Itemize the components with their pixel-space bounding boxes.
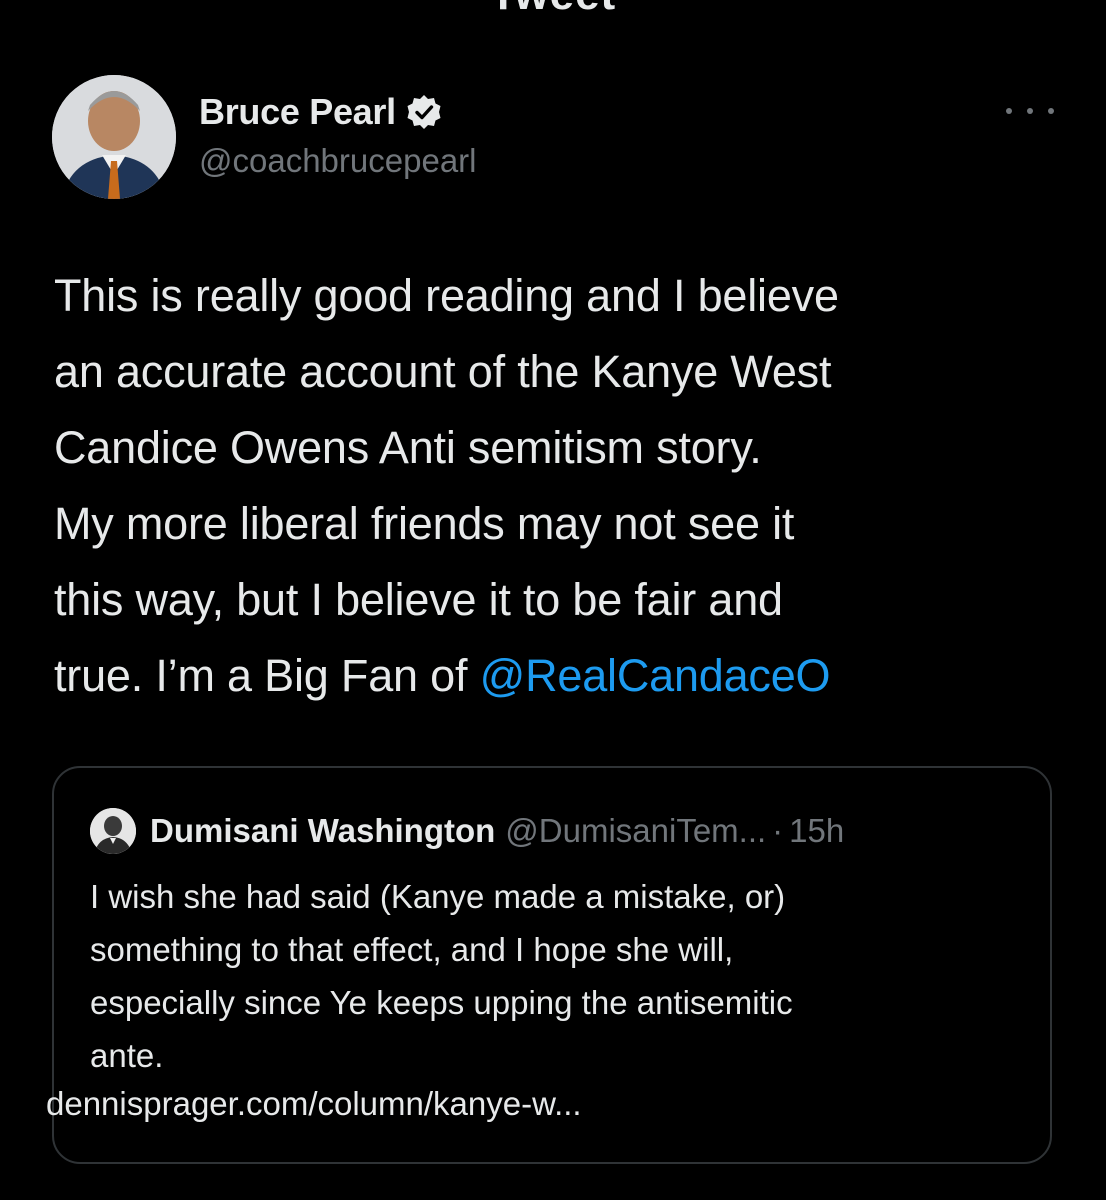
tweet-line: this way, but I believe it to be fair an…: [54, 574, 783, 625]
quoted-author-handle[interactable]: @DumisaniTem...: [505, 812, 766, 850]
page-title: Tweet: [0, 0, 1106, 20]
author-name[interactable]: Bruce Pearl: [199, 91, 396, 133]
tweet-line-text: true. I’m a Big Fan of: [54, 650, 480, 701]
quoted-tweet-header: Dumisani Washington @DumisaniTem... · 15…: [90, 808, 844, 854]
verified-badge-icon: [406, 94, 442, 130]
quoted-timestamp[interactable]: 15h: [789, 812, 844, 850]
quoted-line: ante.: [90, 1037, 164, 1074]
quoted-author-avatar[interactable]: [90, 808, 136, 854]
more-dots-icon[interactable]: [1006, 96, 1054, 126]
author-avatar[interactable]: [52, 75, 176, 199]
more-dot: [1006, 108, 1012, 114]
quoted-line: something to that effect, and I hope she…: [90, 931, 734, 968]
author-handle[interactable]: @coachbrucepearl: [199, 142, 477, 180]
quoted-line: I wish she had said (Kanye made a mistak…: [90, 878, 786, 915]
tweet-body: This is really good reading and I believ…: [54, 258, 1074, 714]
more-dot: [1048, 108, 1054, 114]
quoted-line: especially since Ye keeps upping the ant…: [90, 984, 793, 1021]
mention-link[interactable]: @RealCandaceO: [480, 650, 831, 701]
quoted-tweet-body: I wish she had said (Kanye made a mistak…: [90, 870, 1020, 1082]
tweet-line: My more liberal friends may not see it: [54, 498, 795, 549]
quoted-link[interactable]: dennisprager.com/column/kanye-w...: [46, 1085, 582, 1123]
more-dot: [1027, 108, 1033, 114]
quoted-author-name[interactable]: Dumisani Washington: [150, 812, 495, 850]
profile-photo-icon: [52, 75, 176, 199]
tweet-last-line: true. I’m a Big Fan of @RealCandaceO: [54, 638, 1074, 714]
quoted-profile-photo-icon: [90, 808, 136, 854]
separator-dot: ·: [772, 812, 784, 849]
tweet-line: This is really good reading and I believ…: [54, 270, 839, 321]
tweet-line: an accurate account of the Kanye West: [54, 346, 832, 397]
tweet-line: Candice Owens Anti semitism story.: [54, 422, 762, 473]
